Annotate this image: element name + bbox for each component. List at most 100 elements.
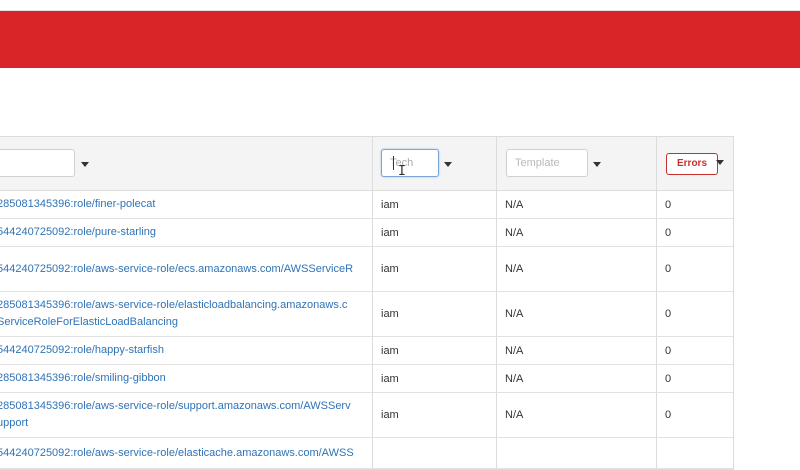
column-divider [496, 247, 497, 291]
name-cell: 285081345396:role/smiling-gibbon [0, 365, 372, 392]
name-cell: 544240725092:role/happy-starfish [0, 337, 372, 364]
column-divider [656, 365, 657, 392]
errors-text: 0 [665, 308, 672, 320]
table-header: Tech I Template Errors [0, 137, 733, 191]
name-filter-dropdown-icon[interactable] [81, 162, 89, 167]
table-row: 285081345396:role/finer-polecat iam N/A 0 [0, 191, 733, 219]
template-filter-dropdown-icon[interactable] [593, 162, 601, 167]
errors-text: 0 [665, 409, 672, 421]
header-banner [0, 11, 800, 68]
column-divider [372, 247, 373, 291]
results-table: Tech I Template Errors 285081345396:role… [0, 136, 734, 470]
column-divider [496, 137, 497, 190]
column-divider [372, 337, 373, 364]
errors-text: 0 [665, 372, 672, 385]
name-cell: 285081345396:role/aws-service-role/suppo… [0, 393, 372, 437]
template-cell: N/A [497, 337, 656, 364]
top-bar [0, 0, 800, 11]
name-link[interactable]: 285081345396:role/aws-service-role/suppo… [0, 398, 369, 432]
template-text: N/A [505, 198, 524, 211]
tech-cell: iam [373, 219, 496, 246]
name-link[interactable]: 544240725092:role/happy-starfish [0, 342, 369, 359]
table-row: 285081345396:role/smiling-gibbon iam N/A 0 [0, 365, 733, 393]
column-divider [656, 337, 657, 364]
tech-text: iam [381, 226, 399, 239]
tech-text: iam [381, 372, 399, 385]
column-divider [372, 292, 373, 336]
table-row: 285081345396:role/aws-service-role/suppo… [0, 393, 733, 438]
column-divider [656, 191, 657, 218]
errors-text: 0 [665, 226, 672, 239]
name-cell: 544240725092:role/pure-starling [0, 219, 372, 246]
column-divider [496, 365, 497, 392]
column-divider [372, 393, 373, 437]
column-divider [496, 191, 497, 218]
tech-text: iam [381, 344, 399, 357]
tech-filter-input[interactable]: Tech [381, 149, 439, 177]
tech-cell: iam [373, 393, 496, 437]
template-cell: N/A [497, 292, 656, 336]
template-filter-placeholder: Template [515, 157, 560, 169]
tech-cell: iam [373, 365, 496, 392]
name-link[interactable]: 285081345396:role/finer-polecat [0, 196, 369, 213]
template-text: N/A [505, 409, 524, 421]
errors-cell: 0 [657, 219, 733, 246]
table-body: 285081345396:role/finer-polecat iam N/A 0 54… [0, 191, 733, 469]
table-row: 544240725092:role/pure-starling iam N/A 0 [0, 219, 733, 247]
table-row: 544240725092:role/aws-service-role/elast… [0, 438, 733, 469]
column-divider [496, 337, 497, 364]
column-divider [372, 191, 373, 218]
tech-filter-dropdown-icon[interactable] [444, 162, 452, 167]
table-row: 544240725092:role/happy-starfish iam N/A 0 [0, 337, 733, 365]
name-cell: 285081345396:role/aws-service-role/elast… [0, 292, 372, 336]
errors-cell: 0 [657, 191, 733, 218]
name-link[interactable]: 285081345396:role/aws-service-role/elast… [0, 297, 369, 331]
name-cell: 544240725092:role/aws-service-role/elast… [0, 438, 372, 468]
template-cell: N/A [497, 393, 656, 437]
errors-filter-dropdown-icon[interactable] [716, 160, 724, 165]
name-link[interactable]: 544240725092:role/aws-service-role/ecs.a… [0, 261, 369, 278]
column-divider [372, 219, 373, 246]
template-text: N/A [505, 372, 524, 385]
template-cell [497, 438, 656, 468]
column-divider [496, 393, 497, 437]
template-cell: N/A [497, 365, 656, 392]
column-divider [656, 247, 657, 291]
errors-text: 0 [665, 263, 672, 275]
column-divider [372, 438, 373, 468]
errors-cell [657, 438, 733, 468]
ibeam-pointer-icon: I [398, 164, 406, 179]
name-cell: 544240725092:role/aws-service-role/ecs.a… [0, 247, 372, 291]
column-divider [656, 438, 657, 468]
name-cell: 285081345396:role/finer-polecat [0, 191, 372, 218]
errors-cell: 0 [657, 247, 733, 291]
tech-text: iam [381, 409, 399, 421]
column-divider [496, 219, 497, 246]
name-link[interactable]: 544240725092:role/pure-starling [0, 224, 369, 241]
template-cell: N/A [497, 191, 656, 218]
template-cell: N/A [497, 219, 656, 246]
errors-cell: 0 [657, 337, 733, 364]
column-divider [656, 219, 657, 246]
template-text: N/A [505, 308, 524, 320]
column-divider [656, 393, 657, 437]
tech-text: iam [381, 198, 399, 211]
tech-cell [373, 438, 496, 468]
column-divider [372, 365, 373, 392]
name-filter-input[interactable] [0, 149, 75, 177]
name-link[interactable]: 285081345396:role/smiling-gibbon [0, 370, 369, 387]
column-divider [496, 292, 497, 336]
template-filter-input[interactable]: Template [506, 149, 588, 177]
template-text: N/A [505, 263, 524, 275]
tech-cell: iam [373, 191, 496, 218]
errors-filter-button[interactable]: Errors [666, 153, 719, 175]
tech-text: iam [381, 308, 399, 320]
column-divider [656, 137, 657, 190]
tech-text: iam [381, 263, 399, 275]
tech-cell: iam [373, 292, 496, 336]
column-divider [496, 438, 497, 468]
errors-text: 0 [665, 198, 672, 211]
template-cell: N/A [497, 247, 656, 291]
name-link[interactable]: 544240725092:role/aws-service-role/elast… [0, 445, 369, 462]
tech-cell: iam [373, 247, 496, 291]
